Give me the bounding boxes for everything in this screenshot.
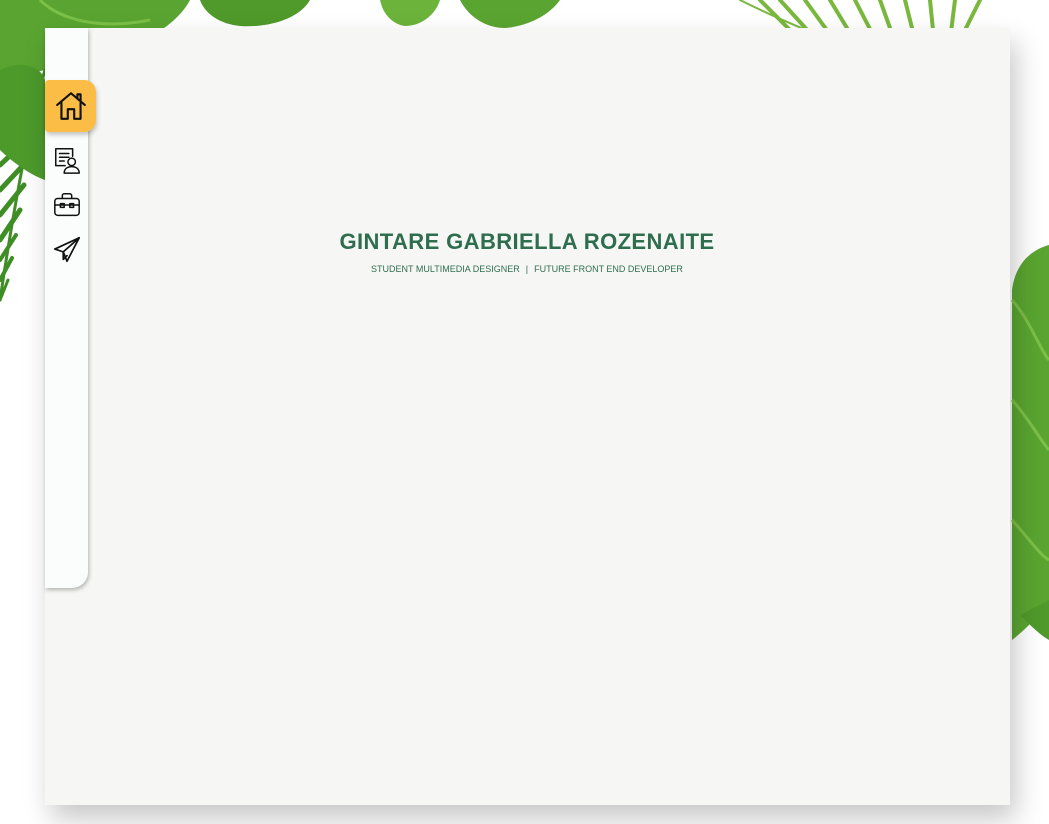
briefcase-icon bbox=[53, 193, 80, 217]
nav-portfolio[interactable] bbox=[45, 185, 88, 225]
subtitle: STUDENT MULTIMEDIA DESIGNER | FUTURE FRONT… bbox=[0, 264, 1049, 274]
role-separator: | bbox=[525, 264, 529, 274]
home-icon bbox=[55, 92, 86, 120]
main-card bbox=[45, 28, 1010, 805]
page-title: GINTARE GABRIELLA ROZENAITE bbox=[339, 229, 715, 254]
resume-icon bbox=[54, 148, 80, 174]
monstera-leaf-right bbox=[1010, 245, 1049, 640]
role-secondary: FUTURE FRONT END DEVELOPER bbox=[534, 264, 683, 274]
nav-home[interactable] bbox=[45, 80, 96, 132]
role-primary: STUDENT MULTIMEDIA DESIGNER bbox=[371, 264, 520, 274]
nav-resume[interactable] bbox=[45, 140, 88, 180]
monstera-leaf-left bbox=[0, 64, 45, 180]
